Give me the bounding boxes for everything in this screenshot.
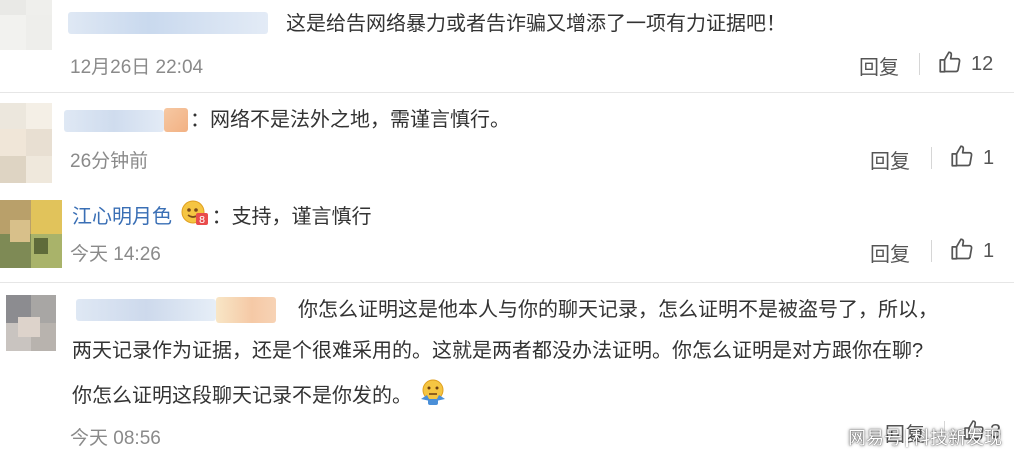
watermark: 网易号 科技新发现	[848, 424, 1002, 450]
action-separator	[931, 147, 932, 169]
comment-item: ：网络不是法外之地，需谨言慎行。 26分钟前 回复 1	[0, 93, 1014, 185]
comment-text: 这是给告网络暴力或者告诈骗又增添了一项有力证据吧！	[286, 13, 786, 35]
comment-text-line: ：网络不是法外之地，需谨言慎行。	[190, 105, 510, 135]
comment-item: 这是给告网络暴力或者告诈骗又增添了一项有力证据吧！ 12月26日 22:04 回…	[0, 0, 1014, 92]
svg-text:8: 8	[198, 215, 204, 226]
reply-button[interactable]: 回复	[859, 51, 899, 80]
thumbs-up-icon	[949, 143, 975, 174]
vip-badge-icon: 8	[180, 198, 210, 237]
separator: ：	[211, 205, 232, 228]
username-link[interactable]: 江心明月色	[72, 206, 172, 228]
watermark-source: 网易号	[848, 428, 902, 448]
like-button[interactable]: 1	[949, 143, 994, 174]
shrug-emoji-icon	[418, 377, 448, 416]
like-button[interactable]: 12	[937, 49, 993, 80]
username-blurred[interactable]	[64, 110, 164, 132]
comment-item: 江心明月色 8 ：支持，谨言慎行 今天 14:26 回复 1	[0, 186, 1014, 280]
avatar[interactable]	[6, 295, 56, 351]
comment-time: 26分钟前	[70, 151, 149, 172]
like-count: 1	[983, 240, 995, 262]
comment-time: 今天 14:26	[70, 244, 161, 265]
comment-text-line-2: 两天记录作为证据，还是个很难采用的。这就是两者都没办法证明。你怎么证明是对方跟你…	[72, 340, 924, 362]
comment-time: 12月26日 22:04	[70, 57, 204, 78]
badge-blurred	[216, 297, 276, 323]
like-count: 12	[971, 53, 994, 75]
comment-text-line: 江心明月色 8 ：支持，谨言慎行	[72, 198, 372, 237]
avatar[interactable]	[0, 200, 62, 268]
comment-text-line-1: 你怎么证明这是他本人与你的聊天记录，怎么证明不是被盗号了，所以，	[298, 299, 938, 321]
avatar[interactable]	[0, 0, 52, 50]
username-blurred[interactable]	[76, 299, 216, 321]
comment-text: 你怎么证明这段聊天记录不是你发的。	[72, 384, 412, 407]
reply-button[interactable]: 回复	[870, 145, 910, 174]
badge-blurred	[164, 108, 188, 132]
comment-text: 网络不是法外之地，需谨言慎行。	[210, 109, 510, 131]
watermark-account: 科技新发现	[912, 428, 1002, 448]
reply-button[interactable]: 回复	[870, 238, 910, 267]
action-separator	[919, 53, 920, 75]
separator: ：	[190, 109, 210, 131]
like-count: 1	[983, 147, 995, 169]
watermark-divider	[906, 429, 908, 447]
thumbs-up-icon	[937, 49, 963, 80]
avatar[interactable]	[0, 103, 52, 183]
comment-text: 支持，谨言慎行	[231, 205, 372, 228]
thumbs-up-icon	[949, 236, 975, 267]
comment-text-line-3: 你怎么证明这段聊天记录不是你发的。	[72, 377, 448, 416]
action-separator	[931, 240, 932, 262]
username-blurred[interactable]	[68, 12, 268, 34]
like-button[interactable]: 1	[949, 236, 994, 267]
comment-time: 今天 08:56	[70, 428, 161, 449]
